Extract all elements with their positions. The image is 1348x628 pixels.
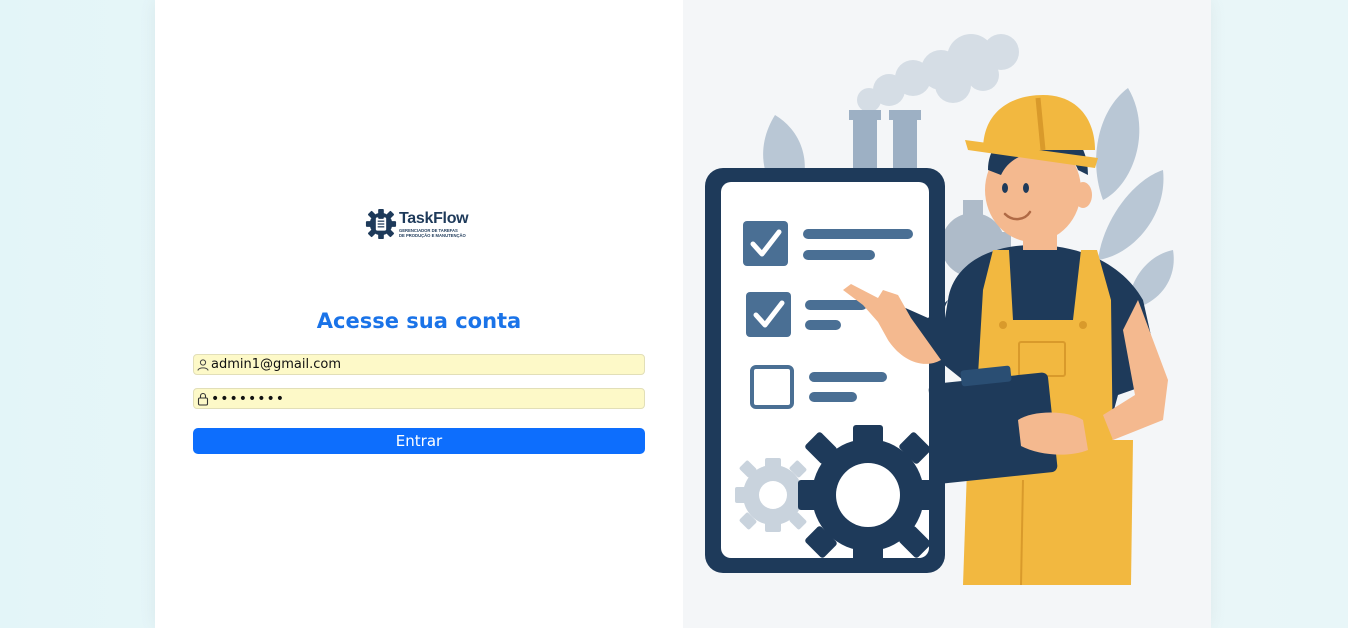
checklist-line bbox=[809, 372, 887, 382]
login-card: TaskFlow GERENCIADOR DE TAREFAS DE PRODU… bbox=[155, 0, 1211, 628]
checklist-line bbox=[805, 300, 867, 310]
brand-text: TaskFlow GERENCIADOR DE TAREFAS DE PRODU… bbox=[399, 210, 475, 238]
submit-button[interactable]: Entrar bbox=[193, 428, 645, 454]
checklist-line bbox=[803, 250, 875, 260]
gear-clipboard-icon bbox=[365, 208, 397, 240]
login-panel: TaskFlow GERENCIADOR DE TAREFAS DE PRODU… bbox=[155, 0, 683, 628]
user-icon bbox=[197, 358, 209, 371]
checkbox-checked bbox=[746, 292, 791, 337]
password-field[interactable] bbox=[193, 388, 645, 409]
large-gear bbox=[798, 425, 938, 565]
password-input[interactable] bbox=[210, 389, 644, 408]
email-input[interactable] bbox=[210, 355, 644, 374]
email-field[interactable] bbox=[193, 354, 645, 375]
lock-icon bbox=[197, 392, 209, 406]
brand-logo: TaskFlow GERENCIADOR DE TAREFAS DE PRODU… bbox=[365, 207, 475, 245]
illustration-panel bbox=[683, 0, 1211, 628]
brand-tagline-2: DE PRODUÇÃO E MANUTENÇÃO bbox=[399, 233, 466, 238]
checklist-line bbox=[809, 392, 857, 402]
checklist-line bbox=[805, 320, 841, 330]
login-heading: Acesse sua conta bbox=[316, 309, 522, 333]
checklist-line bbox=[803, 229, 913, 239]
checkbox-checked bbox=[743, 221, 788, 266]
worker-checklist-illustration bbox=[705, 34, 1174, 586]
smoke-cloud bbox=[857, 34, 1019, 112]
brand-name: TaskFlow bbox=[399, 210, 469, 227]
